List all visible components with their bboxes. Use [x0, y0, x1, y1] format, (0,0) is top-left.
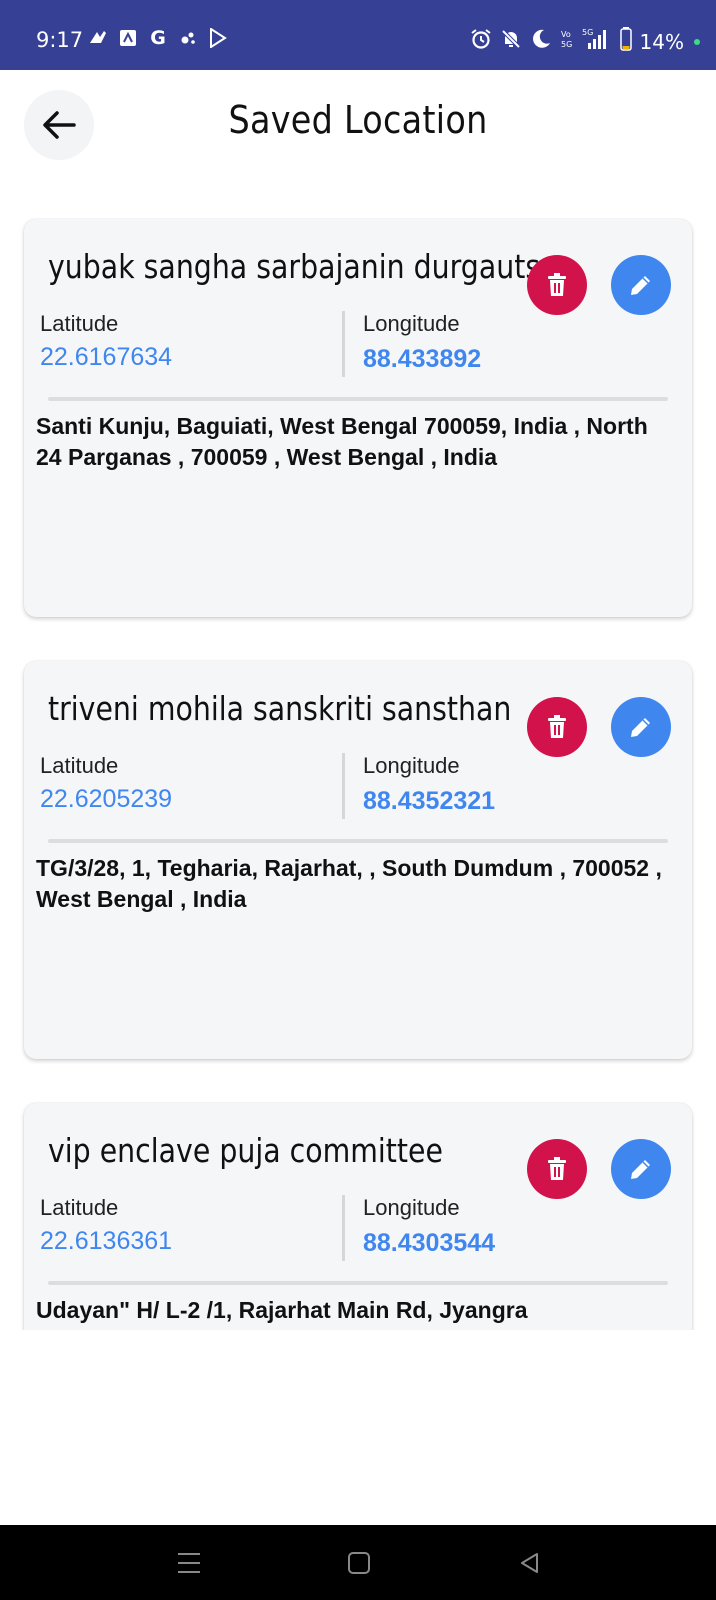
page-title: Saved Location [228, 98, 488, 142]
latitude-label: Latitude [40, 1195, 119, 1220]
app-notification-icon [177, 27, 199, 49]
trash-icon [548, 273, 566, 296]
pencil-icon [631, 718, 650, 737]
location-name: triveni mohila sanskriti sansthan [48, 689, 512, 728]
latitude-block: Latitude 22.6205239 [40, 753, 172, 814]
longitude-block: Longitude 88.4352321 [363, 753, 495, 816]
home-icon[interactable] [348, 1552, 370, 1574]
location-card[interactable]: yubak sangha sarbajanin durgautsav commi… [24, 219, 692, 617]
latitude-value: 22.6136361 [40, 1227, 173, 1255]
notification-icons: G [87, 27, 229, 49]
coordinate-divider [342, 1195, 345, 1261]
coordinate-divider [342, 311, 345, 377]
card-separator [48, 839, 668, 843]
moon-icon [530, 28, 552, 55]
svg-text:Vo: Vo [561, 30, 571, 39]
pencil-icon [631, 276, 650, 295]
system-icons: Vo 5G 5G 14% [470, 27, 700, 56]
edit-button[interactable] [611, 255, 671, 315]
longitude-label: Longitude [363, 1195, 460, 1220]
pencil-icon [631, 1160, 650, 1179]
google-icon: G [150, 27, 166, 49]
latitude-label: Latitude [40, 311, 119, 336]
card-separator [48, 1281, 668, 1285]
play-store-icon [207, 27, 229, 49]
location-card[interactable]: triveni mohila sanskriti sansthan Latitu… [24, 661, 692, 1059]
latitude-value: 22.6167634 [40, 343, 173, 371]
svg-text:5G: 5G [561, 40, 572, 49]
mute-icon [500, 28, 522, 55]
longitude-block: Longitude 88.4303544 [363, 1195, 495, 1258]
signal-5g-icon: 5G [582, 27, 612, 56]
battery-percentage: 14% [639, 29, 684, 54]
longitude-value: 88.4352321 [363, 787, 496, 815]
delete-button[interactable] [527, 697, 587, 757]
navigation-bar [0, 1525, 716, 1600]
longitude-block: Longitude 88.433892 [363, 311, 481, 374]
back-icon[interactable] [518, 1551, 540, 1580]
longitude-value: 88.4303544 [363, 1229, 496, 1257]
longitude-label: Longitude [363, 311, 460, 336]
longitude-value: 88.433892 [363, 345, 482, 373]
location-address: Udayan" H/ L-2 /1, Rajarhat Main Rd, Jya… [36, 1297, 528, 1323]
edit-button[interactable] [611, 697, 671, 757]
delete-button[interactable] [527, 1139, 587, 1199]
location-name: vip enclave puja committee [48, 1131, 443, 1170]
longitude-label: Longitude [363, 753, 460, 778]
saved-locations-list[interactable]: yubak sangha sarbajanin durgautsav commi… [0, 175, 716, 1330]
privacy-indicator-dot [694, 38, 700, 45]
menu-icon[interactable] [178, 1553, 200, 1573]
status-time: 9:17 [36, 28, 84, 52]
location-address: TG/3/28, 1, Tegharia, Rajarhat, , South … [36, 855, 662, 912]
card-separator [48, 397, 668, 401]
latitude-label: Latitude [40, 753, 119, 778]
latitude-block: Latitude 22.6136361 [40, 1195, 172, 1256]
status-bar: 9:17 G Vo 5G 5G 14% [0, 0, 716, 70]
trash-icon [548, 1157, 566, 1180]
app-notification-icon [87, 27, 109, 49]
svg-text:5G: 5G [582, 28, 593, 37]
coordinate-divider [342, 753, 345, 819]
battery-icon [619, 27, 632, 56]
location-name: yubak sangha sarbajanin durgautsav commi… [48, 247, 581, 286]
alarm-icon [470, 28, 492, 55]
delete-button[interactable] [527, 255, 587, 315]
latitude-value: 22.6205239 [40, 785, 173, 813]
location-card[interactable]: vip enclave puja committee Latitude 22.6… [24, 1103, 692, 1330]
volte-icon: Vo 5G [560, 28, 574, 55]
latitude-block: Latitude 22.6167634 [40, 311, 172, 372]
trash-icon [548, 715, 566, 738]
location-address: Santi Kunju, Baguiati, West Bengal 70005… [36, 413, 648, 470]
app-notification-icon [117, 27, 139, 49]
edit-button[interactable] [611, 1139, 671, 1199]
